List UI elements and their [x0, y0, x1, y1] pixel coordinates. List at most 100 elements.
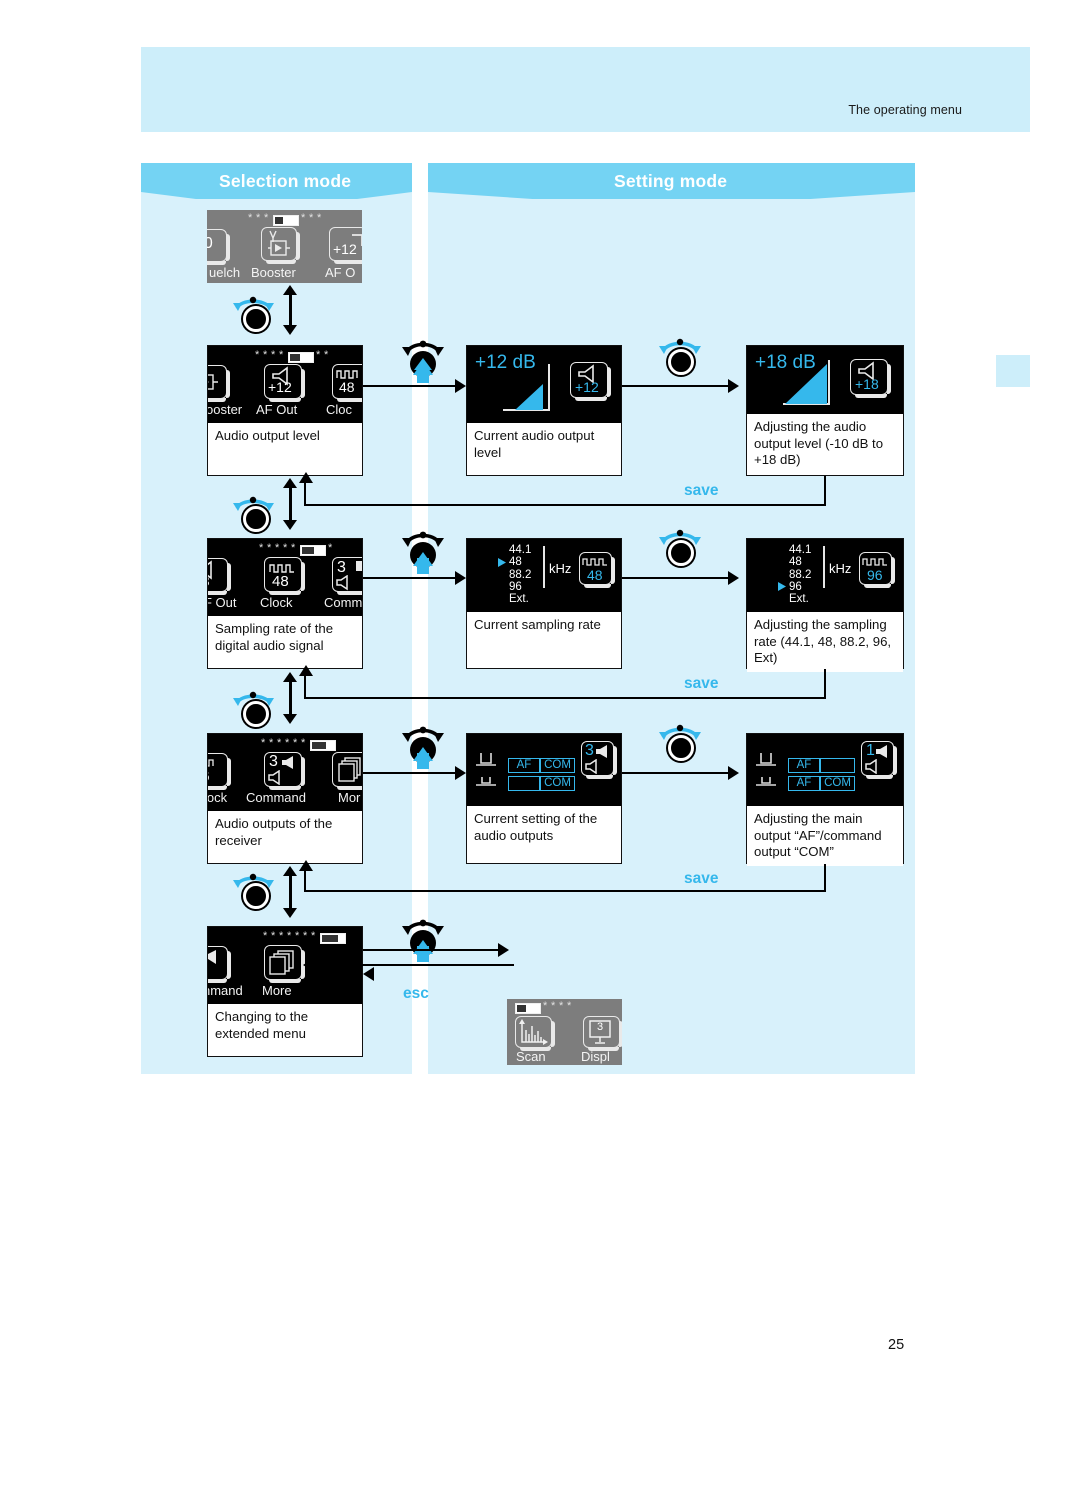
screen-current-audio-outputs: AF COM COM 3: [467, 734, 621, 806]
arrow-head-left-icon: [363, 967, 374, 981]
press-knob-row3[interactable]: [400, 723, 446, 771]
press-knob-row1[interactable]: [400, 337, 446, 385]
rotary-knob-row1[interactable]: [659, 337, 703, 377]
save-label-row3: save: [684, 870, 719, 887]
tile-squelch[interactable]: 30: [207, 229, 230, 265]
tile-booster[interactable]: [208, 365, 230, 402]
tile-clock[interactable]: 96: [208, 753, 231, 790]
sampling-rate-list[interactable]: 44.1 48 88.2 96 Ext.: [789, 544, 811, 605]
rotary-knob-row2[interactable]: [659, 528, 703, 568]
option-ext[interactable]: Ext.: [509, 593, 531, 605]
tile-command[interactable]: 3: [581, 741, 617, 779]
tile-booster[interactable]: [261, 227, 300, 264]
tile-clock-value: 48: [339, 379, 355, 395]
rotary-knob-icon[interactable]: [668, 540, 694, 566]
output-cell-main-com[interactable]: COM: [540, 758, 575, 773]
rotary-knob-icon[interactable]: [243, 506, 269, 532]
output-cell-main-af[interactable]: AF: [508, 758, 540, 773]
card-current-audio-outputs: AF COM COM 3 Current setting of the audi…: [466, 733, 622, 864]
selection-mode-band: Selection mode: [141, 163, 412, 199]
tile-af-out[interactable]: +12: [329, 227, 362, 264]
esc-label: esc: [403, 985, 429, 1002]
tile-command-label: nmand: [208, 983, 243, 998]
tile-command[interactable]: 1: [861, 741, 897, 779]
header-band: [141, 47, 1030, 132]
rotary-knob-icon[interactable]: [243, 883, 269, 909]
output-cell-main-com[interactable]: [820, 758, 855, 773]
tile-command-value: 3: [585, 742, 594, 759]
tile-command[interactable]: 3: [332, 557, 362, 595]
option-44-1[interactable]: 44.1: [789, 544, 811, 556]
tile-clock[interactable]: 96: [859, 552, 895, 588]
tile-more[interactable]: [264, 945, 305, 983]
tile-clock[interactable]: 48: [579, 552, 615, 588]
tile-more[interactable]: [332, 752, 362, 790]
card-adjust-sampling-rate: 44.1 48 88.2 96 Ext. kHz 96 Adjusting th…: [746, 538, 904, 672]
tile-af-out[interactable]: 18: [208, 558, 231, 595]
rotary-knob-icon[interactable]: [668, 735, 694, 761]
rotary-knob-icon[interactable]: [243, 306, 269, 332]
option-88-2[interactable]: 88.2: [509, 569, 531, 581]
option-96[interactable]: 96: [509, 581, 531, 593]
output-cell-aux-com[interactable]: COM: [820, 776, 855, 791]
output-cell-aux-af[interactable]: AF: [788, 776, 820, 791]
save-loop-row2: [299, 665, 827, 709]
tile-squelch-value: 30: [207, 235, 213, 252]
arrow-shaft: [288, 874, 292, 910]
flow-arrow-row3-a: [363, 766, 469, 781]
loop-segment: [824, 476, 827, 506]
speaker-icon: [585, 759, 597, 774]
tile-display[interactable]: 3: [583, 1016, 622, 1051]
rotary-knob-control-row2[interactable]: [233, 690, 276, 727]
option-48[interactable]: 48: [509, 556, 531, 568]
sampling-rate-list[interactable]: 44.1 48 88.2 96 Ext.: [509, 544, 531, 605]
tile-more-label: Mor: [338, 790, 361, 805]
loop-segment: [304, 890, 825, 893]
page-number: 25: [888, 1337, 905, 1353]
flow-arrow-row3-b: [622, 766, 744, 781]
list-divider: [823, 546, 825, 588]
rotary-knob-control-row3[interactable]: [233, 872, 276, 909]
loop-segment: [304, 675, 307, 699]
rotary-knob-icon[interactable]: [668, 349, 694, 375]
loop-segment: [304, 870, 307, 892]
rotary-knob-icon[interactable]: [243, 701, 269, 727]
output-cell-aux-af[interactable]: [508, 776, 540, 791]
tile-af-out[interactable]: +12: [570, 362, 611, 401]
screen-current-audio-level: +12 dB +12: [467, 346, 621, 423]
option-44-1[interactable]: 44.1: [509, 544, 531, 556]
output-cell-aux-com[interactable]: COM: [540, 776, 575, 791]
progress-bar: [320, 933, 346, 944]
press-knob-row2[interactable]: [400, 528, 446, 576]
arrow-shaft: [363, 949, 500, 952]
booster-icon: [208, 374, 218, 390]
tile-command[interactable]: 3: [264, 752, 305, 790]
arrow-head-right-icon: [728, 379, 739, 393]
rotary-knob-row3[interactable]: [659, 723, 703, 763]
margin-marker: [996, 355, 1030, 387]
caption-current-audio-outputs: Current setting of the audio outputs: [467, 806, 621, 850]
tile-command-label: Comm: [324, 595, 362, 610]
arrow-down-icon: [283, 520, 297, 530]
tile-af-out[interactable]: +12: [264, 364, 305, 402]
tile-squelch-label: uelch: [209, 265, 241, 280]
option-ext[interactable]: Ext.: [789, 593, 811, 605]
option-88-2[interactable]: 88.2: [789, 569, 811, 581]
tile-clock[interactable]: 48: [264, 557, 305, 595]
speaker-icon: [865, 759, 877, 774]
arrow-head-right-icon: [728, 766, 739, 780]
rotary-knob-control-row0[interactable]: [233, 295, 276, 332]
output-cell-main-af[interactable]: AF: [788, 758, 820, 773]
option-96[interactable]: 96: [789, 581, 811, 593]
tile-command[interactable]: [208, 946, 231, 983]
tile-scan[interactable]: [515, 1016, 555, 1051]
option-48[interactable]: 48: [789, 556, 811, 568]
rotary-knob-control-row1[interactable]: [233, 495, 276, 532]
speaker-icon: [876, 745, 887, 758]
tile-clock[interactable]: 48: [332, 364, 362, 402]
screen-extended-menu: Scan 3 Displ: [507, 999, 622, 1065]
card-adjust-audio-level: +18 dB +18 Adjusting the audio output le…: [746, 345, 904, 476]
save-label-row2: save: [684, 675, 719, 692]
tile-af-out[interactable]: +18: [850, 359, 891, 398]
setting-mode-title: Setting mode: [614, 171, 728, 191]
